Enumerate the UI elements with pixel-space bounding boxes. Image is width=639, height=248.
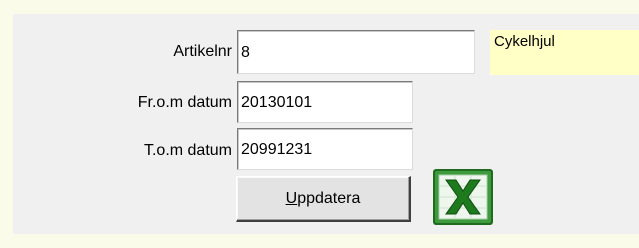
to-date-label: T.o.m datum bbox=[143, 142, 232, 159]
artikelnr-label: Artikelnr bbox=[173, 43, 232, 60]
update-button-accelerator: U bbox=[285, 189, 298, 207]
artikelnr-input[interactable] bbox=[237, 30, 475, 74]
to-date-input[interactable] bbox=[237, 128, 413, 170]
from-date-input[interactable] bbox=[237, 81, 413, 123]
update-button[interactable]: Uppdatera bbox=[236, 176, 411, 222]
from-date-label: Fr.o.m datum bbox=[137, 94, 232, 111]
update-button-label: ppdatera bbox=[297, 189, 361, 207]
excel-export-icon[interactable] bbox=[432, 168, 494, 226]
article-name-display: Cykelhjul bbox=[490, 30, 639, 75]
